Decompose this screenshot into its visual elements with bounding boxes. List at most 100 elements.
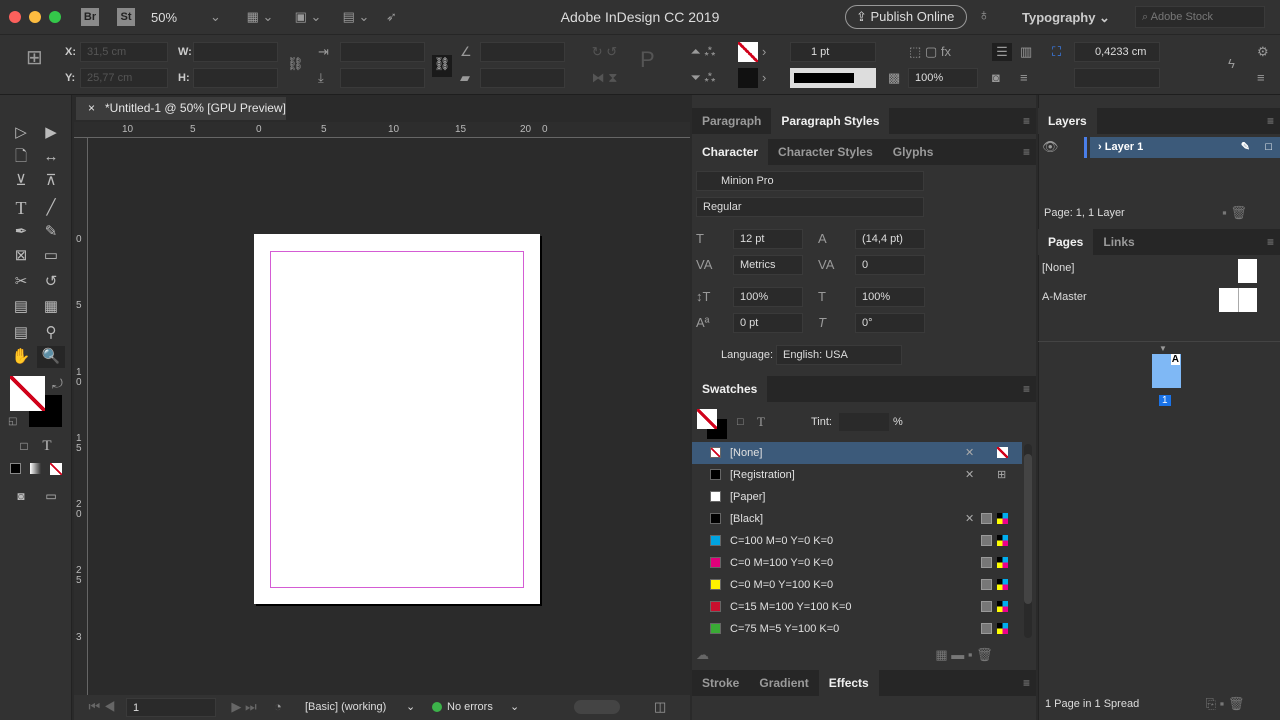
wrap-next-column-icon[interactable]: ≡ bbox=[1020, 69, 1028, 87]
vertical-scale-field[interactable]: 100% bbox=[733, 287, 803, 307]
link-scale-icon[interactable]: ⛓ bbox=[432, 55, 452, 77]
frame-fitting-icon[interactable]: ⛶ bbox=[1052, 43, 1061, 61]
maximize-window-button[interactable] bbox=[49, 11, 61, 23]
page-number-field[interactable]: 1 bbox=[126, 698, 216, 717]
panel-menu-icon[interactable]: ≡ bbox=[1023, 382, 1030, 396]
a-master-thumbnail[interactable] bbox=[1219, 288, 1257, 312]
free-transform-tool-icon[interactable]: ↺ bbox=[39, 271, 63, 293]
tab-effects[interactable]: Effects bbox=[818, 670, 879, 696]
scale-y-field[interactable] bbox=[340, 68, 425, 88]
effects-buttons-icon[interactable]: ⬚ ▢ fx bbox=[890, 43, 970, 61]
apply-none-button[interactable] bbox=[50, 463, 62, 475]
swatch-row[interactable]: [None] ✕ bbox=[692, 442, 1022, 464]
fill-menu-icon[interactable]: › bbox=[762, 43, 766, 61]
eye-icon[interactable]: 👁 bbox=[1042, 138, 1059, 156]
eyedropper-tool-icon[interactable]: ⚲ bbox=[39, 322, 63, 344]
tab-swatches[interactable]: Swatches bbox=[692, 376, 768, 402]
page-tool-icon[interactable]: 🗋 bbox=[9, 146, 33, 168]
apply-gradient-button[interactable] bbox=[30, 463, 41, 474]
rotation-field[interactable] bbox=[480, 42, 565, 62]
swap-colors-icon[interactable]: ⤾ bbox=[52, 375, 63, 393]
lightbulb-icon[interactable]: ♁ bbox=[978, 7, 990, 25]
menu-icon[interactable]: ≡ bbox=[1257, 69, 1265, 87]
publish-online-button[interactable]: ⇪ Publish Online bbox=[845, 5, 967, 29]
default-colors-icon[interactable]: ◱ bbox=[8, 413, 17, 431]
tab-gradient[interactable]: Gradient bbox=[749, 670, 818, 696]
scroll-thumb[interactable] bbox=[1024, 454, 1032, 604]
swatch-row[interactable]: [Registration] ✕ ⊞ bbox=[692, 464, 1022, 486]
horizontal-scrollbar[interactable] bbox=[574, 700, 620, 714]
panel-menu-icon[interactable]: ≡ bbox=[1267, 114, 1274, 128]
selection-square-icon[interactable]: □ bbox=[1265, 137, 1272, 158]
swatch-footer-buttons-icon[interactable]: ▦ ▬ ▪ 🗑 bbox=[914, 646, 1014, 664]
gradient-feather-tool-icon[interactable]: ▦ bbox=[39, 296, 63, 318]
preflight-icon[interactable]: ◔ bbox=[274, 698, 282, 716]
tab-pages[interactable]: Pages bbox=[1038, 229, 1094, 255]
workspace-switcher[interactable]: Typography ⌄ bbox=[1022, 10, 1110, 26]
arrange-documents-icon[interactable]: ▤ ⌄ bbox=[336, 8, 376, 26]
content-placer-icon[interactable]: ⊼ bbox=[39, 170, 63, 192]
swatch-fill-box[interactable] bbox=[697, 409, 717, 429]
zoom-level[interactable]: 50% bbox=[151, 10, 177, 25]
panel-menu-icon[interactable]: ≡ bbox=[1023, 145, 1030, 159]
zoom-tool-icon[interactable]: 🔍 bbox=[37, 346, 65, 368]
select-content-icon[interactable]: ⏷ ⁂ bbox=[678, 69, 728, 87]
skew-field[interactable]: 0° bbox=[855, 313, 925, 333]
gradient-swatch-tool-icon[interactable]: ▤ bbox=[9, 296, 33, 318]
y-field[interactable]: 25,77 cm bbox=[80, 68, 168, 88]
close-tab-icon[interactable]: × bbox=[88, 101, 105, 115]
x-field[interactable]: 31,5 cm bbox=[80, 42, 168, 62]
scale-x-field[interactable] bbox=[340, 42, 425, 62]
split-window-icon[interactable]: ◫ bbox=[654, 698, 666, 716]
flip-buttons-icon[interactable]: ⧓ ⧗ bbox=[582, 69, 627, 87]
fill-color-box[interactable] bbox=[10, 376, 45, 411]
master-none[interactable]: [None] bbox=[1042, 262, 1074, 274]
baseline-shift-field[interactable]: 0 pt bbox=[733, 313, 803, 333]
bridge-button[interactable]: Br bbox=[81, 8, 99, 26]
fill-swatch[interactable] bbox=[738, 42, 758, 62]
screen-mode-icon[interactable]: ▣ ⌄ bbox=[288, 8, 328, 26]
formatting-text-icon[interactable]: T bbox=[35, 435, 59, 457]
swatch-scrollbar[interactable] bbox=[1024, 444, 1032, 638]
horizontal-ruler[interactable]: 10 5 0 5 10 15 20 0 bbox=[74, 122, 690, 138]
next-last-page-icon[interactable]: ▶ ⏭ bbox=[224, 698, 264, 716]
leading-field[interactable]: (14,4 pt) bbox=[855, 229, 925, 249]
view-options-icon[interactable]: ▦ ⌄ bbox=[240, 8, 280, 26]
tab-glyphs[interactable]: Glyphs bbox=[883, 139, 944, 165]
selection-tool-icon[interactable]: ▷ bbox=[9, 122, 33, 144]
kerning-field[interactable]: Metrics bbox=[733, 255, 803, 275]
swatch-row[interactable]: C=100 M=0 Y=0 K=0 bbox=[692, 530, 1022, 552]
tab-links[interactable]: Links bbox=[1093, 229, 1144, 255]
stock-button[interactable]: St bbox=[117, 8, 135, 26]
scissors-tool-icon[interactable]: ✂ bbox=[9, 271, 33, 293]
cc-libraries-icon[interactable]: ☁ bbox=[696, 646, 709, 664]
text-wrap-icon[interactable]: ☰ bbox=[992, 43, 1012, 61]
publish-rocket-icon[interactable]: ➶ bbox=[386, 8, 397, 26]
offset-field[interactable]: 0,4233 cm bbox=[1074, 42, 1160, 62]
layer-name[interactable]: › Layer 1 ✎ □ bbox=[1090, 137, 1280, 158]
master-a[interactable]: A-Master bbox=[1042, 291, 1087, 303]
line-tool-icon[interactable]: ╱ bbox=[39, 197, 63, 219]
note-tool-icon[interactable]: ▤ bbox=[9, 322, 33, 344]
font-size-field[interactable]: 12 pt bbox=[733, 229, 803, 249]
tab-paragraph[interactable]: Paragraph bbox=[692, 108, 771, 134]
font-family-field[interactable]: Minion Pro bbox=[696, 171, 924, 191]
shear-field[interactable] bbox=[480, 68, 565, 88]
panel-menu-icon[interactable]: ≡ bbox=[1023, 114, 1030, 128]
layer-footer-buttons-icon[interactable]: ▪ 🗑 bbox=[1212, 204, 1257, 222]
text-icon[interactable]: T bbox=[757, 413, 765, 431]
language-select[interactable]: English: USA bbox=[776, 345, 902, 365]
tint-field[interactable] bbox=[839, 413, 889, 431]
wrap-jump-icon[interactable]: ◙ bbox=[992, 69, 1000, 87]
quick-apply-icon[interactable]: ϟ bbox=[1228, 55, 1235, 73]
tab-layers[interactable]: Layers bbox=[1038, 108, 1097, 134]
layer-row[interactable]: 👁 › Layer 1 ✎ □ bbox=[1038, 137, 1280, 158]
page-1-thumbnail[interactable]: A bbox=[1152, 354, 1181, 388]
preflight-errors[interactable]: No errors bbox=[447, 701, 493, 713]
font-style-field[interactable]: Regular bbox=[696, 197, 924, 217]
swatch-row[interactable]: C=15 M=100 Y=100 K=0 bbox=[692, 596, 1022, 618]
tab-character-styles[interactable]: Character Styles bbox=[768, 139, 883, 165]
stroke-swatch[interactable] bbox=[738, 68, 758, 88]
horizontal-scale-field[interactable]: 100% bbox=[855, 287, 925, 307]
none-master-thumbnail[interactable] bbox=[1238, 259, 1257, 283]
